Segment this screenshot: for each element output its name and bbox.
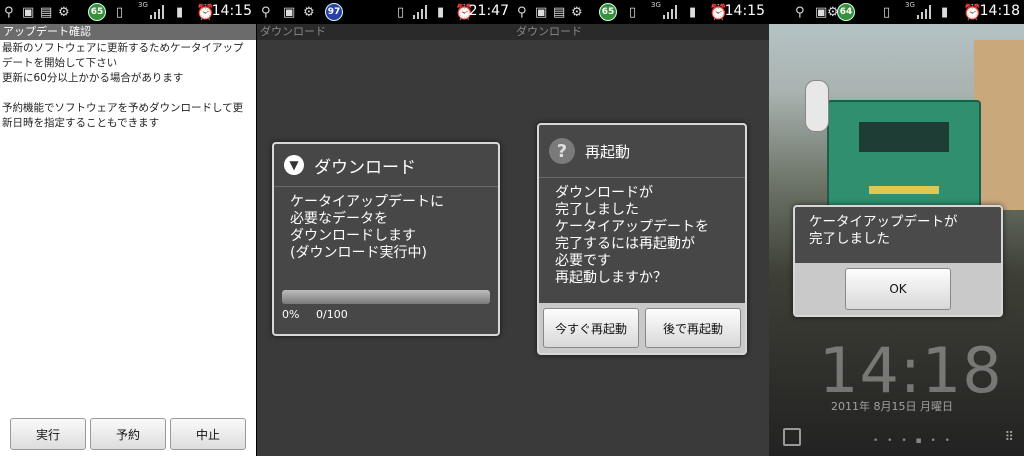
restart-dialog: ? 再起動 ダウンロードが 完了しました ケータイアップデートを 完了するには再…: [537, 123, 747, 355]
battery-badge: 64: [837, 3, 855, 21]
page-title: アップデート確認: [0, 24, 256, 40]
3g-icon: 3G: [651, 1, 661, 9]
usb-icon: ⚲: [4, 4, 14, 20]
restart-later-button[interactable]: 後で再起動: [645, 308, 741, 348]
gear-icon: ⚙: [571, 4, 583, 20]
status-time: 14:15: [724, 3, 765, 19]
battery-badge: 65: [88, 3, 106, 21]
reserve-button[interactable]: 予約: [90, 418, 166, 450]
gear-icon: ⚙: [58, 4, 70, 20]
android-icon: ▣: [535, 4, 548, 20]
status-bar: ⚲ ▣ ⚙ 64 ▯ 3G ▮ ⏰ 14:18: [769, 0, 1024, 24]
phone-vibrate-icon: ▯: [116, 4, 124, 20]
update-confirm-screen: ⚲ ▣ ▤ ⚙ 65 ▯ 3G ▮ ⏰ 14:15 アップデート確認 最新のソフ…: [0, 0, 256, 456]
tram-shape: [827, 100, 981, 214]
dialog-button-row: 今すぐ再起動 後で再起動: [539, 303, 745, 353]
status-bar: ⚲ ▣ ⚙ 97 ▯ ▮ ⏰ 21:47: [257, 0, 513, 24]
lockscreen-clock: 14:18: [819, 334, 1003, 407]
phone-vibrate-icon: ▯: [883, 4, 891, 20]
battery-badge: 97: [325, 3, 343, 21]
dialog-message: ダウンロードが 完了しました ケータイアップデートを 完了するには再起動が 必要…: [555, 185, 709, 286]
clipboard-icon: ▤: [553, 4, 566, 20]
signpost-shape: [805, 80, 829, 132]
3g-icon: 3G: [138, 1, 148, 9]
usb-icon: ⚲: [261, 4, 271, 20]
battery-badge: 65: [599, 3, 617, 21]
signal-icon: [663, 5, 677, 19]
dialog-title: 再起動: [585, 142, 631, 161]
usb-icon: ⚲: [517, 4, 527, 20]
stack-icon[interactable]: [783, 428, 801, 446]
dialog-header: ▼ ダウンロード: [274, 144, 498, 187]
status-time: 14:15: [211, 3, 252, 19]
3g-icon: 3G: [905, 1, 915, 9]
stop-button[interactable]: 中止: [170, 418, 246, 450]
download-progress-screen: ⚲ ▣ ⚙ 97 ▯ ▮ ⏰ 21:47 ダウンロード ▼ ダウンロード ケータ…: [257, 0, 513, 456]
dialog-header: ? 再起動: [539, 125, 745, 178]
download-progress-bar: [282, 290, 490, 304]
clipboard-icon: ▤: [40, 4, 53, 20]
building-shape: [974, 40, 1024, 210]
update-complete-screen: ⚲ ▣ ⚙ 64 ▯ 3G ▮ ⏰ 14:18 ケータイアップデートが 完了しま…: [769, 0, 1024, 456]
page-title: ダウンロード: [513, 24, 769, 40]
confirm-button-row: 実行 予約 中止: [0, 418, 256, 450]
battery-icon: ▮: [176, 4, 184, 20]
ok-button[interactable]: OK: [845, 268, 951, 310]
signal-icon: [150, 5, 164, 19]
run-button[interactable]: 実行: [10, 418, 86, 450]
dialog-message: ケータイアップデートが 完了しました: [809, 214, 958, 247]
restart-prompt-screen: ⚲ ▣ ▤ ⚙ 65 ▯ 3G ▮ ⏰ 14:15 ダウンロード ? 再起動 ダ…: [513, 0, 769, 456]
download-dialog: ▼ ダウンロード ケータイアップデートに 必要なデータを ダウンロードします (…: [272, 142, 500, 336]
status-bar: ⚲ ▣ ▤ ⚙ 65 ▯ 3G ▮ ⏰ 14:15: [0, 0, 256, 24]
page-title: ダウンロード: [257, 24, 513, 40]
dialog-title: ダウンロード: [314, 157, 416, 178]
complete-dialog: ケータイアップデートが 完了しました OK: [793, 205, 1003, 317]
download-arrow-icon: ▼: [284, 155, 304, 175]
restart-now-button[interactable]: 今すぐ再起動: [543, 308, 639, 348]
usb-icon: ⚲: [795, 4, 805, 20]
status-bar: ⚲ ▣ ▤ ⚙ 65 ▯ 3G ▮ ⏰ 14:15: [513, 0, 769, 24]
page-dots: • • • ▪ • •: [873, 436, 953, 446]
android-icon: ▣: [815, 4, 828, 20]
android-icon: ▣: [283, 4, 296, 20]
dialog-button-row: OK: [795, 263, 1001, 315]
phone-vibrate-icon: ▯: [397, 4, 405, 20]
question-icon: ?: [549, 138, 575, 164]
lockscreen-date: 2011年 8月15日 月曜日: [831, 400, 953, 413]
progress-percent: 0%: [282, 308, 300, 321]
battery-icon: ▮: [437, 4, 445, 20]
android-icon: ▣: [22, 4, 35, 20]
signal-icon: [917, 5, 931, 19]
battery-icon: ▮: [689, 4, 697, 20]
gear-icon: ⚙: [303, 4, 315, 20]
signal-icon: [413, 5, 427, 19]
phone-vibrate-icon: ▯: [629, 4, 637, 20]
app-grid-icon[interactable]: ⠿: [1004, 430, 1014, 445]
confirm-message: 最新のソフトウェアに更新するためケータイアップデートを開始して下さい 更新に60…: [2, 42, 244, 129]
status-time: 14:18: [979, 3, 1020, 19]
progress-count: 0/100: [316, 308, 348, 321]
status-time: 21:47: [468, 3, 509, 19]
dialog-message: ケータイアップデートに 必要なデータを ダウンロードします (ダウンロード実行中…: [290, 194, 444, 261]
battery-icon: ▮: [941, 4, 949, 20]
